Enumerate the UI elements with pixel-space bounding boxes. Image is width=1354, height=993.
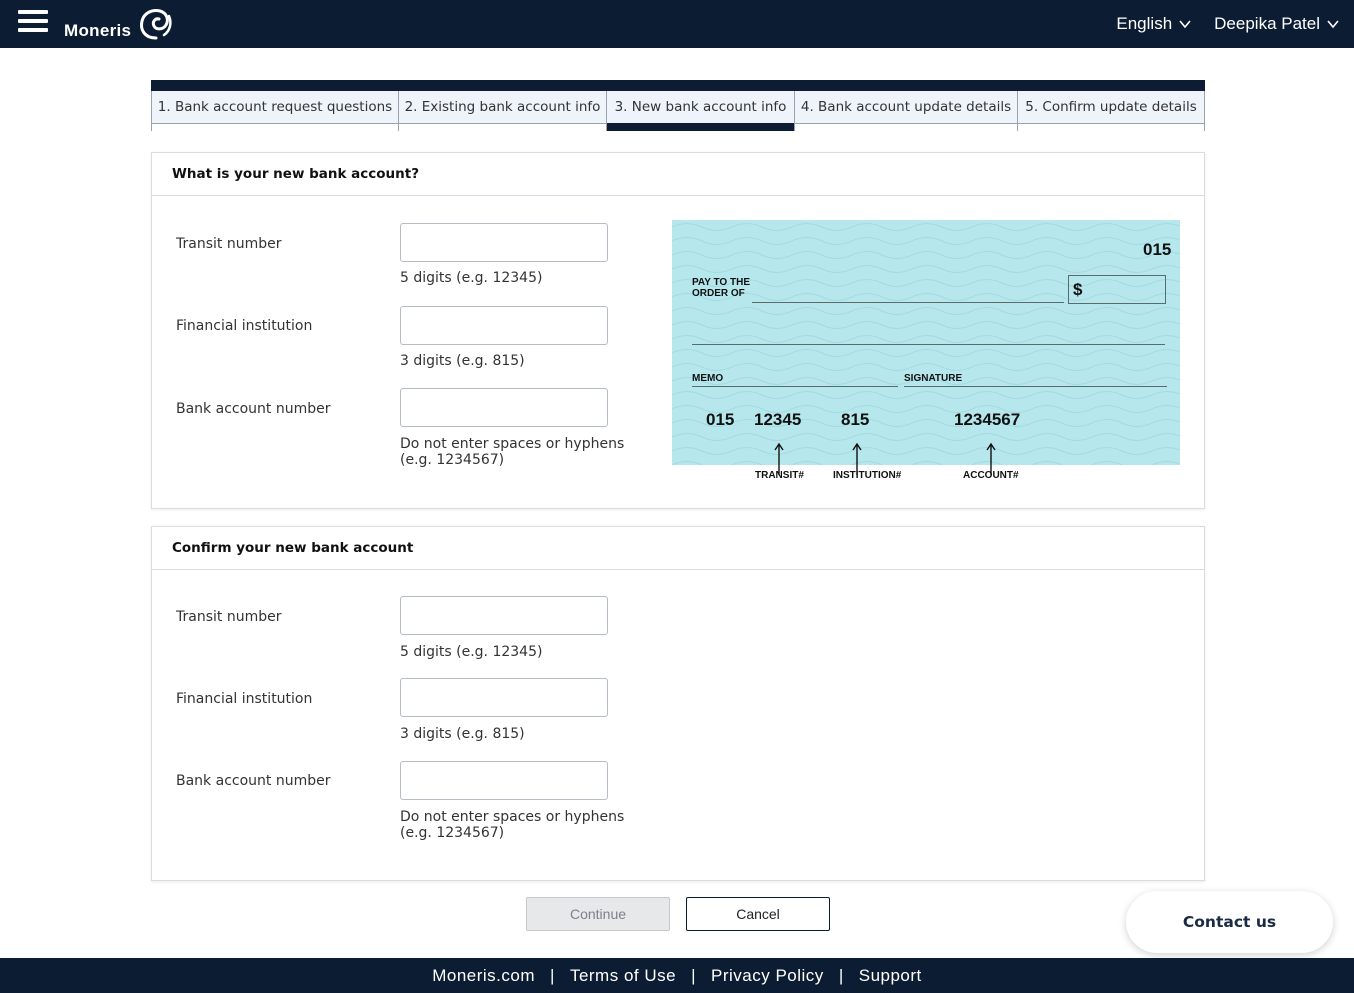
- footer-separator: |: [838, 965, 844, 985]
- confirm-transit-number-input[interactable]: [400, 596, 608, 635]
- bank-account-number-label: Bank account number: [176, 401, 331, 417]
- signature-label: SIGNATURE: [904, 373, 963, 384]
- account-legend: ACCOUNT#: [963, 470, 1019, 481]
- transit-number-hint: 5 digits (e.g. 12345): [400, 270, 543, 286]
- micr-institution: 815: [841, 410, 870, 429]
- confirm-financial-institution-input[interactable]: [400, 678, 608, 717]
- arrow-up-icon: [986, 442, 996, 465]
- progress-stepper: 1. Bank account request questions 2. Exi…: [151, 80, 1205, 131]
- step-existing-bank-account-info: 2. Existing bank account info: [398, 91, 606, 131]
- amount-box: [1068, 275, 1166, 304]
- cheque-number: 015: [1143, 240, 1172, 259]
- bank-account-number-input[interactable]: [400, 388, 608, 427]
- top-bar: Moneris English Deepika Patel: [0, 0, 1354, 48]
- sample-cheque: 015 PAY TO THE ORDER OF $ MEMO SIGNATURE…: [672, 220, 1180, 465]
- user-name: Deepika Patel: [1214, 14, 1320, 33]
- continue-button[interactable]: Continue: [526, 897, 670, 931]
- confirm-bank-account-number-hint: Do not enter spaces or hyphens (e.g. 123…: [400, 809, 625, 841]
- step-new-bank-account-info: 3. New bank account info: [606, 91, 794, 131]
- step-label: 5. Confirm update details: [1025, 98, 1197, 115]
- financial-institution-input[interactable]: [400, 306, 608, 345]
- footer-separator: |: [550, 965, 555, 985]
- micr-cheque-number: 015: [706, 410, 735, 429]
- footer-link-moneris[interactable]: Moneris.com: [432, 966, 535, 986]
- cheque-legend: TRANSIT# INSTITUTION# ACCOUNT#: [672, 465, 1180, 495]
- step-bank-account-request-questions: 1. Bank account request questions: [151, 91, 398, 131]
- step-confirm-update-details: 5. Confirm update details: [1017, 91, 1205, 131]
- confirm-financial-institution-label: Financial institution: [176, 691, 313, 707]
- chevron-down-icon: [1179, 20, 1191, 29]
- confirm-financial-institution-hint: 3 digits (e.g. 815): [400, 726, 525, 742]
- step-bank-account-update-details: 4. Bank account update details: [794, 91, 1017, 131]
- new-bank-account-card: What is your new bank account? Transit n…: [151, 152, 1205, 509]
- stepper-top-bar: [151, 80, 1205, 91]
- cancel-button[interactable]: Cancel: [686, 897, 830, 931]
- step-label: 3. New bank account info: [614, 98, 787, 115]
- card-title: Confirm your new bank account: [152, 527, 1204, 570]
- confirm-bank-account-number-label: Bank account number: [176, 773, 331, 789]
- transit-number-label: Transit number: [176, 236, 282, 252]
- confirm-bank-account-card: Confirm your new bank account Transit nu…: [151, 526, 1205, 881]
- signature-line: [904, 386, 1167, 387]
- footer-separator: |: [691, 965, 696, 985]
- payee-line: [752, 302, 1064, 303]
- micr-transit: 12345: [754, 410, 802, 429]
- moneris-swirl-icon: [140, 9, 172, 40]
- confirm-transit-number-hint: 5 digits (e.g. 12345): [400, 644, 543, 660]
- footer: Moneris.com | Terms of Use | Privacy Pol…: [0, 958, 1354, 993]
- card-title: What is your new bank account?: [152, 153, 1204, 196]
- memo-line: [692, 386, 898, 387]
- arrow-up-icon: [774, 442, 784, 465]
- hamburger-menu-icon[interactable]: [18, 10, 48, 38]
- step-label: 1. Bank account request questions: [157, 98, 393, 115]
- institution-legend: INSTITUTION#: [833, 470, 902, 481]
- footer-link-terms[interactable]: Terms of Use: [570, 966, 676, 986]
- pay-to-line1: PAY TO THE: [692, 277, 750, 288]
- memo-label: MEMO: [692, 373, 724, 384]
- arrow-up-icon: [852, 442, 862, 465]
- cheque-pattern: [672, 220, 1180, 465]
- bank-account-number-hint: Do not enter spaces or hyphens (e.g. 123…: [400, 436, 625, 468]
- micr-account: 1234567: [954, 410, 1021, 429]
- contact-us-button[interactable]: Contact us: [1126, 891, 1333, 953]
- financial-institution-label: Financial institution: [176, 318, 313, 334]
- transit-number-input[interactable]: [400, 223, 608, 262]
- language-selector[interactable]: English: [1116, 14, 1192, 34]
- footer-link-support[interactable]: Support: [859, 966, 922, 986]
- dollar-sign: $: [1073, 280, 1083, 299]
- amount-words-line: [692, 344, 1165, 345]
- brand-name: Moneris: [64, 21, 132, 40]
- financial-institution-hint: 3 digits (e.g. 815): [400, 353, 525, 369]
- language-label: English: [1116, 14, 1173, 33]
- chevron-down-icon: [1327, 20, 1339, 29]
- transit-legend: TRANSIT#: [755, 470, 804, 481]
- user-menu[interactable]: Deepika Patel: [1214, 14, 1340, 34]
- confirm-transit-number-label: Transit number: [176, 609, 282, 625]
- step-label: 4. Bank account update details: [800, 98, 1012, 115]
- moneris-logo[interactable]: Moneris: [64, 5, 184, 43]
- pay-to-line2: ORDER OF: [692, 288, 745, 299]
- confirm-bank-account-number-input[interactable]: [400, 761, 608, 800]
- step-label: 2. Existing bank account info: [404, 98, 601, 115]
- footer-link-privacy[interactable]: Privacy Policy: [711, 966, 824, 986]
